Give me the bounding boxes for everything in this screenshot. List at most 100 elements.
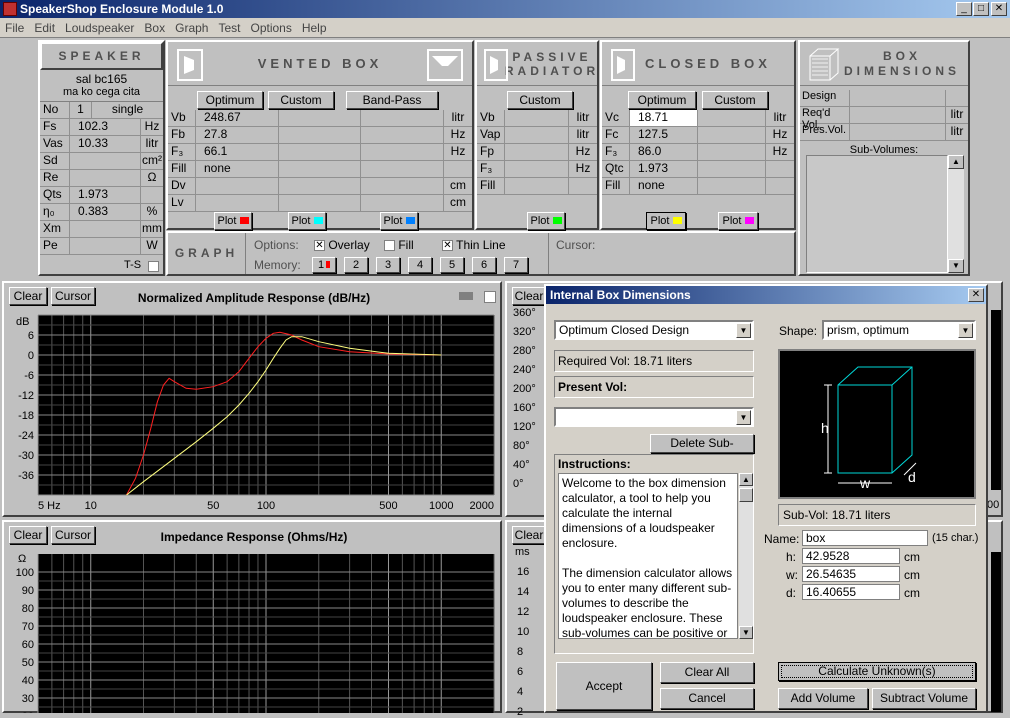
param-value[interactable]: 0.383: [70, 204, 141, 220]
vented-plot-1[interactable]: Plot: [214, 212, 252, 230]
param-value[interactable]: 102.3: [70, 119, 141, 135]
design-select[interactable]: Optimum Closed Design ▼: [554, 320, 754, 340]
box-dim-header[interactable]: BOX DIMENSIONS: [800, 42, 968, 86]
delete-subvolume-button[interactable]: Delete Sub-Volume: [650, 434, 754, 466]
bandpass-button[interactable]: Band-Pass: [346, 91, 438, 109]
printer-icon[interactable]: [459, 292, 473, 300]
delay-plot-area[interactable]: [991, 552, 1001, 712]
row-value[interactable]: 66.1: [196, 144, 279, 160]
passive-custom-button[interactable]: Custom: [507, 91, 573, 109]
menu-loudspeaker[interactable]: Loudspeaker: [60, 18, 139, 38]
row-value[interactable]: [361, 110, 445, 126]
instructions-scrollbar[interactable]: ▲ ▼: [739, 473, 753, 639]
param-value[interactable]: [70, 153, 141, 169]
scroll-up-icon[interactable]: ▲: [739, 473, 753, 486]
vented-plot-3[interactable]: Plot: [380, 212, 418, 230]
cancel-button[interactable]: Cancel: [660, 688, 754, 709]
param-value[interactable]: [70, 238, 141, 254]
impedance-chart[interactable]: Ω100908070605040302010: [6, 548, 500, 713]
row-value[interactable]: [279, 110, 362, 126]
copy-icon[interactable]: [484, 291, 496, 303]
row-value[interactable]: [196, 178, 279, 194]
box-dim-value[interactable]: [850, 107, 946, 123]
chevron-down-icon[interactable]: ▼: [958, 323, 973, 338]
param-value[interactable]: [70, 170, 141, 186]
subtract-volume-button[interactable]: Subtract Volume: [872, 688, 976, 709]
app-icon[interactable]: [3, 2, 17, 16]
row-value[interactable]: 127.5: [630, 127, 698, 143]
fill-checkbox[interactable]: [384, 240, 395, 252]
closed-plot-2[interactable]: Plot: [718, 212, 758, 230]
chevron-down-icon[interactable]: ▼: [736, 410, 751, 425]
row-value[interactable]: [279, 195, 362, 211]
row-value[interactable]: [505, 161, 569, 177]
memory-button-6[interactable]: 6: [472, 257, 496, 273]
scroll-up-icon[interactable]: ▲: [948, 155, 964, 169]
menu-file[interactable]: File: [0, 18, 29, 38]
shape-select[interactable]: prism, optimum ▼: [822, 320, 976, 340]
add-volume-button[interactable]: Add Volume: [778, 688, 868, 709]
calculate-unknowns-button[interactable]: Calculate Unknown(s): [778, 662, 976, 681]
amplitude-chart[interactable]: dB 6 0 -6 -12 -18 -24 -30 -36 5 Hz 10 50 100 500 1000 2…: [6, 309, 500, 515]
closed-optimum-button[interactable]: Optimum: [628, 91, 696, 109]
memory-button-1[interactable]: 1: [312, 257, 336, 273]
scroll-thumb[interactable]: [739, 488, 753, 502]
row-value[interactable]: [505, 178, 569, 194]
scroll-down-icon[interactable]: ▼: [739, 626, 753, 639]
row-value[interactable]: [196, 195, 279, 211]
row-value[interactable]: [505, 110, 569, 126]
vented-box-header[interactable]: VENTED BOX: [168, 42, 472, 86]
amp-clear-button[interactable]: Clear: [9, 287, 47, 305]
row-value[interactable]: [505, 144, 569, 160]
chevron-down-icon[interactable]: ▼: [736, 323, 751, 338]
passive-header[interactable]: PASSIVE RADIATOR: [477, 42, 597, 86]
row-value[interactable]: [279, 178, 362, 194]
thin-line-option[interactable]: ✕ Thin Line: [442, 238, 506, 252]
memory-button-3[interactable]: 3: [376, 257, 400, 273]
menu-edit[interactable]: Edit: [29, 18, 60, 38]
param-value[interactable]: 10.33: [70, 136, 141, 152]
fill-option[interactable]: Fill: [384, 238, 414, 252]
phase-plot-area[interactable]: [991, 310, 1001, 490]
row-value[interactable]: [698, 127, 766, 143]
row-value[interactable]: [361, 178, 445, 194]
subvolumes-scrollbar[interactable]: ▲ ▼: [948, 155, 964, 273]
row-value[interactable]: 86.0: [630, 144, 698, 160]
row-value[interactable]: 1.973: [630, 161, 698, 177]
memory-button-4[interactable]: 4: [408, 257, 432, 273]
row-value[interactable]: [698, 178, 766, 194]
row-value[interactable]: [361, 127, 445, 143]
menu-test[interactable]: Test: [213, 18, 245, 38]
minimize-button[interactable]: _: [956, 2, 972, 16]
menu-options[interactable]: Options: [245, 18, 296, 38]
scroll-down-icon[interactable]: ▼: [948, 259, 964, 273]
row-value[interactable]: [698, 110, 766, 126]
no-value[interactable]: 1: [70, 102, 92, 118]
closed-header[interactable]: CLOSED BOX: [602, 42, 794, 86]
subvolumes-list[interactable]: [806, 155, 948, 273]
row-value[interactable]: none: [196, 161, 279, 177]
passive-plot[interactable]: Plot: [527, 212, 565, 230]
ts-checkbox[interactable]: [148, 261, 159, 272]
name-input[interactable]: box: [802, 530, 928, 546]
dialog-close-button[interactable]: ✕: [968, 288, 984, 302]
param-value[interactable]: [70, 221, 141, 237]
phase-clear-button[interactable]: Clear: [512, 287, 546, 305]
subvolume-select[interactable]: ▼: [554, 407, 754, 427]
overlay-checkbox[interactable]: ✕: [314, 240, 325, 252]
row-value[interactable]: none: [630, 178, 698, 194]
vented-optimum-button[interactable]: Optimum: [197, 91, 263, 109]
row-value[interactable]: 248.67: [196, 110, 279, 126]
menu-box[interactable]: Box: [139, 18, 170, 38]
row-value[interactable]: [279, 161, 362, 177]
box-dim-value[interactable]: [850, 90, 946, 106]
row-value[interactable]: [698, 144, 766, 160]
speaker-mode[interactable]: single: [92, 102, 163, 118]
width-input[interactable]: 26.54635: [802, 566, 900, 582]
memory-button-7[interactable]: 7: [504, 257, 528, 273]
menu-graph[interactable]: Graph: [170, 18, 213, 38]
row-value[interactable]: [361, 195, 445, 211]
memory-button-2[interactable]: 2: [344, 257, 368, 273]
row-value[interactable]: 27.8: [196, 127, 279, 143]
amp-cursor-button[interactable]: Cursor: [51, 287, 95, 305]
